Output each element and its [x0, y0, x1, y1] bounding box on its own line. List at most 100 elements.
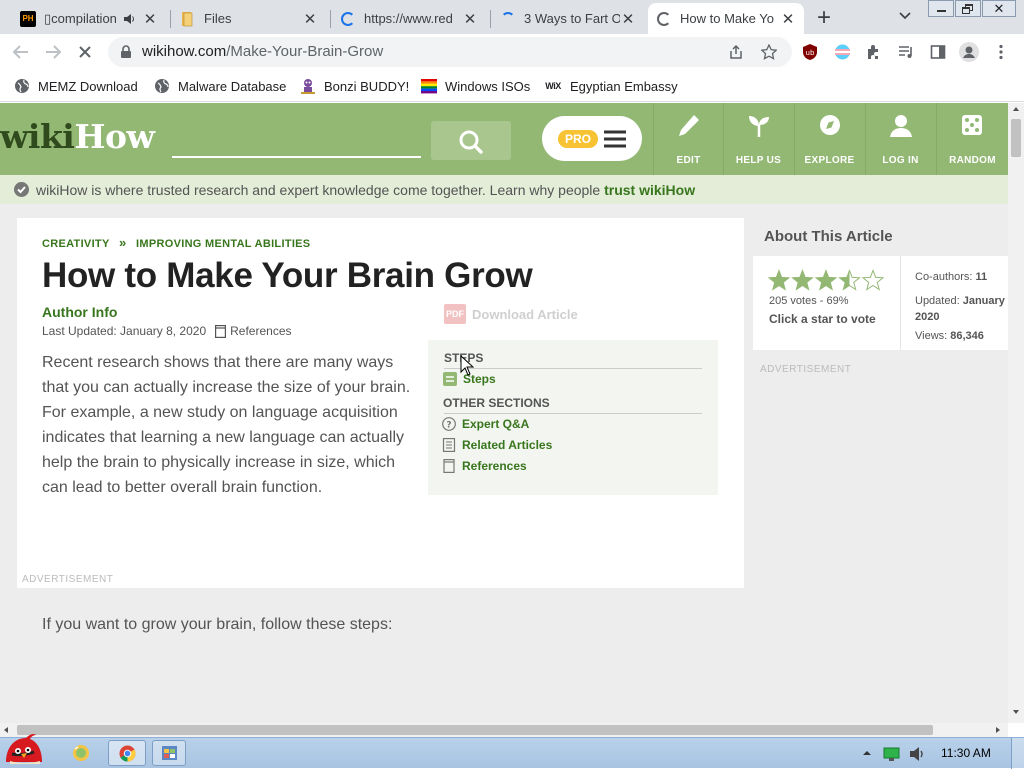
forward-arrow-icon[interactable]: [44, 44, 62, 60]
nav-random[interactable]: RANDOM: [936, 103, 1008, 175]
bookmark-star-icon[interactable]: [761, 44, 777, 60]
tab-close-button[interactable]: ✕: [142, 10, 158, 28]
search-input[interactable]: [172, 125, 421, 158]
minimize-button[interactable]: [928, 0, 954, 17]
lock-icon[interactable]: [120, 45, 132, 59]
rating-star[interactable]: [814, 269, 838, 291]
tab-close-button[interactable]: ✕: [620, 10, 636, 28]
scroll-right-arrow[interactable]: [996, 727, 1000, 733]
tab-title: ▯compilation: [44, 10, 116, 26]
article-icon: [442, 438, 456, 452]
taskbar-explorer-button[interactable]: [66, 741, 96, 766]
bookmark-label: Windows ISOs: [445, 78, 531, 94]
close-window-button[interactable]: ✕: [982, 0, 1016, 17]
menu-kebab-icon[interactable]: [998, 44, 1004, 60]
toc-divider: [444, 413, 702, 414]
taskbar-clock[interactable]: 11:30 AM: [941, 746, 991, 760]
tab-title: Files: [204, 11, 232, 26]
side-panel-icon[interactable]: [930, 44, 946, 60]
nav-label: RANDOM: [949, 155, 996, 166]
extensions-puzzle-icon[interactable]: [866, 44, 882, 60]
breadcrumb-creativity[interactable]: CREATIVITY: [42, 238, 110, 250]
rating-star[interactable]: [838, 269, 861, 291]
ublock-icon[interactable]: ub: [802, 43, 818, 61]
toc-item-label: Related Articles: [462, 438, 553, 452]
media-queue-icon[interactable]: [898, 44, 914, 60]
document-icon: [215, 324, 227, 338]
toc-item-expert-qa[interactable]: ? Expert Q&A: [442, 417, 529, 431]
pro-menu-button[interactable]: PRO: [542, 116, 642, 161]
tab-search-icon[interactable]: [898, 11, 912, 21]
taskbar-window-button[interactable]: [152, 740, 186, 766]
trust-wikihow-link[interactable]: trust wikiHow: [604, 182, 695, 198]
svg-text:?: ?: [446, 421, 451, 431]
show-desktop-button[interactable]: [1011, 738, 1024, 769]
nav-label: HELP US: [735, 155, 782, 166]
nav-log-in[interactable]: LOG IN: [865, 103, 935, 175]
start-button-angry-bird-icon[interactable]: [2, 732, 48, 768]
bookmark-egyptian-embassy[interactable]: WiX Egyptian Embassy: [544, 70, 677, 102]
network-tray-icon[interactable]: [883, 746, 901, 762]
rating-star[interactable]: [791, 269, 814, 291]
scroll-up-arrow[interactable]: [1013, 107, 1019, 111]
address-bar[interactable]: wikihow.com/Make-Your-Brain-Grow: [108, 37, 792, 67]
breadcrumb-improving-mental-abilities[interactable]: IMPROVING MENTAL ABILITIES: [136, 238, 310, 250]
show-hidden-icons-arrow[interactable]: [862, 749, 872, 757]
extension-flag-icon[interactable]: [834, 44, 851, 60]
back-arrow-icon[interactable]: [12, 44, 30, 60]
tab-fart[interactable]: 3 Ways to Fart O ✕: [492, 3, 644, 34]
toc-item-references[interactable]: References: [442, 459, 527, 473]
mouse-cursor-icon: [460, 355, 474, 376]
tab-title: How to Make Yo: [680, 11, 774, 26]
horizontal-scroll-thumb[interactable]: [17, 725, 933, 735]
search-button[interactable]: [431, 121, 511, 160]
profile-avatar-icon[interactable]: [959, 42, 979, 62]
toc-item-related-articles[interactable]: Related Articles: [442, 438, 552, 452]
nav-label: EDIT: [676, 155, 701, 166]
tab-compilation[interactable]: PH ▯compilation ✕: [12, 3, 166, 34]
taskbar-chrome-button[interactable]: [108, 740, 146, 766]
nav-help-us[interactable]: HELP US: [723, 103, 793, 175]
vertical-scroll-thumb[interactable]: [1011, 119, 1021, 157]
tab-close-button[interactable]: ✕: [462, 10, 478, 28]
stop-loading-icon[interactable]: [78, 45, 92, 59]
share-icon[interactable]: [728, 44, 744, 60]
speaker-icon[interactable]: [122, 12, 136, 26]
rating-stars[interactable]: [767, 269, 886, 293]
tab-files[interactable]: Files ✕: [172, 3, 326, 34]
nav-explore[interactable]: EXPLORE: [794, 103, 864, 175]
chrome-icon: [119, 745, 136, 762]
download-article-button[interactable]: PDF Download Article: [444, 304, 578, 324]
page-viewport: wikiHow PRO EDIT HELP US EXPLORE LOG IN: [0, 103, 1008, 723]
rating-star[interactable]: [861, 269, 885, 291]
bookmark-malware-database[interactable]: Malware Database: [154, 70, 286, 102]
vertical-scrollbar[interactable]: [1008, 103, 1024, 723]
url-text[interactable]: wikihow.com/Make-Your-Brain-Grow: [142, 43, 383, 60]
tab-title: 3 Ways to Fart O: [524, 11, 620, 26]
bookmark-memz[interactable]: MEMZ Download: [14, 70, 138, 102]
nav-edit[interactable]: EDIT: [653, 103, 723, 175]
star-rating[interactable]: [767, 269, 886, 293]
scroll-down-arrow[interactable]: [1013, 710, 1019, 714]
tab-reddit[interactable]: https://www.red ✕: [332, 3, 486, 34]
globe-icon: [15, 79, 29, 93]
breadcrumb: CREATIVITY » IMPROVING MENTAL ABILITIES: [42, 234, 310, 252]
toc-item-label: References: [462, 459, 527, 473]
maximize-button[interactable]: [955, 0, 981, 17]
wikihow-logo[interactable]: wikiHow: [0, 117, 155, 157]
tab-close-button[interactable]: ✕: [780, 10, 796, 28]
author-info-link[interactable]: Author Info: [42, 304, 117, 320]
tab-close-button[interactable]: ✕: [302, 10, 318, 28]
bookmark-windows-isos[interactable]: Windows ISOs: [421, 70, 530, 102]
updated: Updated: January 2020: [915, 293, 1008, 325]
new-tab-button[interactable]: +: [817, 4, 831, 32]
volume-tray-icon[interactable]: [908, 746, 926, 762]
tab-wikihow-active[interactable]: How to Make Yo ✕: [648, 3, 804, 34]
toc-other-heading: OTHER SECTIONS: [443, 396, 550, 410]
horizontal-scrollbar[interactable]: [0, 723, 1008, 737]
rating-star[interactable]: [767, 269, 791, 291]
windows-taskbar: 11:30 AM: [0, 734, 1024, 769]
list-icon: [443, 372, 457, 386]
references-link[interactable]: References: [230, 324, 291, 338]
bookmark-bonzi-buddy[interactable]: Bonzi BUDDY!: [300, 70, 409, 102]
